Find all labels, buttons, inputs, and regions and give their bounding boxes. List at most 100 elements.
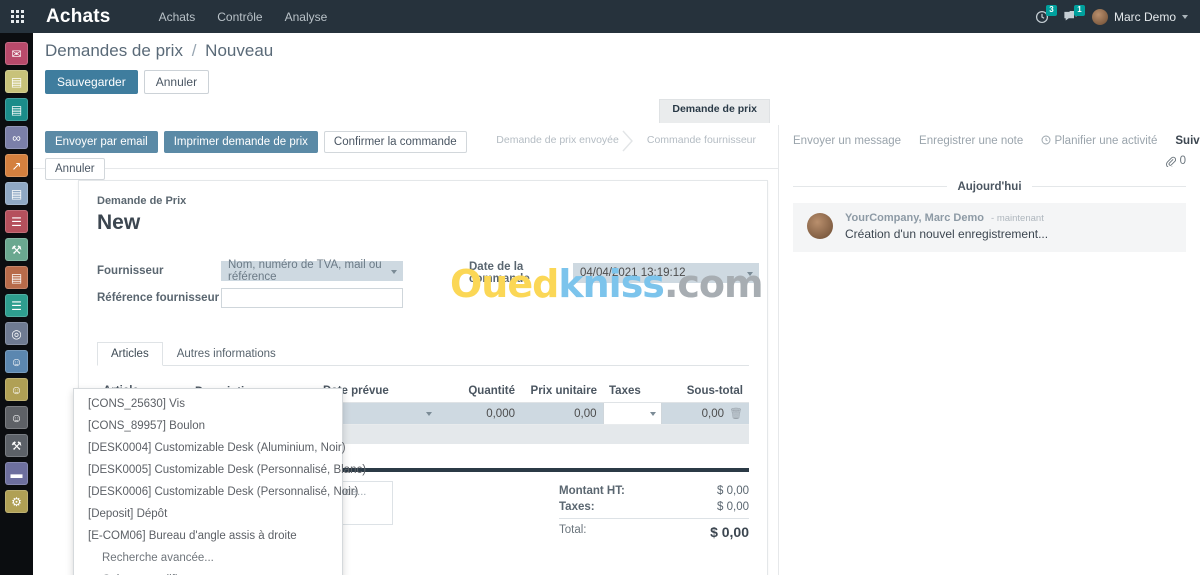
breadcrumb-separator: / <box>191 41 197 60</box>
dropdown-item[interactable]: [E-COM06] Bureau d'angle assis à droite <box>74 525 342 547</box>
total-value-grand: $ 0,00 <box>710 524 749 540</box>
discuss-app-icon[interactable]: ✉ <box>5 42 28 65</box>
avatar <box>1091 8 1108 25</box>
total-label-untaxed: Montant HT: <box>559 485 625 497</box>
total-value-taxes: $ 0,00 <box>717 501 749 513</box>
dropdown-item[interactable]: [CONS_25630] Vis <box>74 393 342 415</box>
link-tracker-app-icon[interactable]: ∞ <box>5 126 28 149</box>
status-step-active[interactable]: Demande de prix <box>659 99 770 123</box>
trash-icon[interactable]: 🗑 <box>724 407 743 420</box>
schedule-activity-button[interactable]: Planifier une activité <box>1041 135 1157 147</box>
form-subtitle: Demande de Prix <box>97 195 187 207</box>
breadcrumb-root[interactable]: Demandes de prix <box>45 41 183 60</box>
status-step-label: Commande fournisseur <box>646 134 756 146</box>
date-commande-input[interactable]: 04/04/2021 13:19:12 <box>573 263 759 283</box>
action-buttons-row-2: Annuler <box>45 158 778 180</box>
prix-unitaire-input[interactable]: 0,00 <box>521 403 603 424</box>
chevron-down-icon <box>649 412 656 416</box>
breadcrumb-current: Nouveau <box>205 41 274 60</box>
expenses-app-icon[interactable]: ☺ <box>5 406 28 429</box>
cell-sous-total: 0,00 🗑 <box>661 402 749 425</box>
day-separator: Aujourd'hui <box>793 179 1186 193</box>
chatter-toolbar: Envoyer un message Enregistrer une note … <box>793 135 1200 147</box>
reference-fournisseur-input[interactable] <box>221 288 403 308</box>
field-label-fournisseur: Fournisseur <box>97 265 164 277</box>
fournisseur-input[interactable]: Nom, numéro de TVA, mail ou référence <box>221 259 403 283</box>
chevron-down-icon <box>426 412 432 416</box>
dropdown-item[interactable]: Recherche avancée... <box>74 547 342 569</box>
tab-autres-informations[interactable]: Autres informations <box>163 342 290 366</box>
send-message-button[interactable]: Envoyer un message <box>793 135 901 147</box>
total-row-untaxed: Montant HT: $ 0,00 <box>559 483 749 499</box>
log-note-button[interactable]: Enregistrer une note <box>919 135 1023 147</box>
field-label-date-commande: Date de la commande <box>469 261 530 285</box>
status-step-rfq-sent[interactable]: Demande de prix envoyée <box>482 130 633 152</box>
follow-button[interactable]: Suivre <box>1175 135 1200 147</box>
tab-articles[interactable]: Articles <box>97 342 163 366</box>
activity-badge: 3 <box>1045 4 1057 16</box>
message-body: Création d'un nouvel enregistrement... <box>845 227 1049 241</box>
dropdown-item[interactable]: [DESK0005] Customizable Desk (Personnali… <box>74 459 366 481</box>
total-row-taxes: Taxes: $ 0,00 <box>559 499 749 515</box>
invoicing-app-icon[interactable]: ▤ <box>5 182 28 205</box>
notes-app-icon[interactable]: ▤ <box>5 98 28 121</box>
menu-item-analyse[interactable]: Analyse <box>285 10 328 24</box>
inventory-app-icon[interactable]: ▤ <box>5 266 28 289</box>
menu-item-controle[interactable]: Contrôle <box>217 10 262 24</box>
cell-prix-unitaire[interactable]: 0,00 <box>521 402 603 425</box>
col-prix-unitaire[interactable]: Prix unitaire <box>521 380 603 403</box>
confirm-order-button[interactable]: Confirmer la commande <box>323 131 467 153</box>
send-by-email-button[interactable]: Envoyer par email <box>45 131 158 153</box>
sales-app-icon[interactable]: ↗ <box>5 154 28 177</box>
cell-quantite[interactable]: 0,000 <box>437 402 521 425</box>
user-menu[interactable]: Marc Demo <box>1091 8 1188 25</box>
save-button[interactable]: Sauvegarder <box>45 70 138 94</box>
control-panel: Demandes de prix / Nouveau Sauvegarder A… <box>33 33 1200 94</box>
dropdown-item[interactable]: Créer et modifier... <box>74 569 342 575</box>
app-rail: ✉ ▤ ▤ ∞ ↗ ▤ ☰ ⚒ ▤ ☰ ◎ ☺ ☺ ☺ ⚒ ▬ ⚙ <box>0 33 33 575</box>
manufacturing-app-icon[interactable]: ⚒ <box>5 238 28 261</box>
calendar-app-icon[interactable]: ▤ <box>5 70 28 93</box>
discard-button[interactable]: Annuler <box>143 70 210 94</box>
contacts-app-icon[interactable]: ☺ <box>5 350 28 373</box>
page-title: New <box>97 211 141 234</box>
day-separator-label: Aujourd'hui <box>947 181 1032 193</box>
purchase-app-icon[interactable]: ☰ <box>5 210 28 233</box>
attendances-app-icon[interactable]: ☺ <box>5 378 28 401</box>
print-rfq-button[interactable]: Imprimer demande de prix <box>163 131 318 153</box>
fournisseur-placeholder: Nom, numéro de TVA, mail ou référence <box>228 259 382 283</box>
maintenance-app-icon[interactable]: ⚒ <box>5 434 28 457</box>
attachments-count-button[interactable]: 0 <box>1165 155 1186 167</box>
field-reference-row: Référence fournisseur <box>97 288 403 308</box>
dropdown-item[interactable]: [Deposit] Dépôt <box>74 503 342 525</box>
dropdown-item[interactable]: [DESK0006] Customizable Desk (Personnali… <box>74 481 358 503</box>
fleet-app-icon[interactable]: ▬ <box>5 462 28 485</box>
apps-grid-icon[interactable] <box>0 0 34 33</box>
col-taxes[interactable]: Taxes <box>603 380 661 403</box>
total-value-untaxed: $ 0,00 <box>717 485 749 497</box>
article-autocomplete-dropdown: [CONS_25630] Vis [CONS_89957] Boulon [DESK… <box>73 388 366 575</box>
cancel-order-button[interactable]: Annuler <box>45 158 105 180</box>
status-step-purchase-order[interactable]: Commande fournisseur <box>633 130 770 152</box>
chatter-message: YourCompany, Marc Demo - maintenant Créa… <box>793 203 1186 252</box>
menu-item-achats[interactable]: Achats <box>159 10 196 24</box>
taxes-input[interactable] <box>604 403 661 424</box>
dropdown-item[interactable]: [CONS_89957] Boulon <box>74 415 342 437</box>
cell-taxes[interactable] <box>602 402 662 425</box>
recruitment-app-icon[interactable]: ◎ <box>5 322 28 345</box>
message-author[interactable]: YourCompany, Marc Demo <box>845 212 984 224</box>
messages-menu-button[interactable]: 1 <box>1063 4 1085 24</box>
employees-app-icon[interactable]: ☰ <box>5 294 28 317</box>
dropdown-item[interactable]: [DESK0004] Customizable Desk (Aluminium,… <box>74 437 346 459</box>
settings-app-icon[interactable]: ⚙ <box>5 490 28 513</box>
activity-menu-button[interactable]: 3 <box>1035 4 1057 24</box>
chevron-down-icon <box>747 272 753 276</box>
col-quantite[interactable]: Quantité <box>437 380 521 403</box>
chevron-down-icon <box>1182 14 1188 19</box>
app-brand-title[interactable]: Achats <box>46 6 111 28</box>
quantite-input[interactable]: 0,000 <box>437 403 521 424</box>
status-pipeline: Demande de prix envoyée Commande fournis… <box>482 130 770 152</box>
schedule-activity-label: Planifier une activité <box>1054 135 1158 147</box>
form-action-bar: Envoyer par email Imprimer demande de pr… <box>33 99 778 180</box>
col-sous-total[interactable]: Sous-total <box>661 380 749 403</box>
